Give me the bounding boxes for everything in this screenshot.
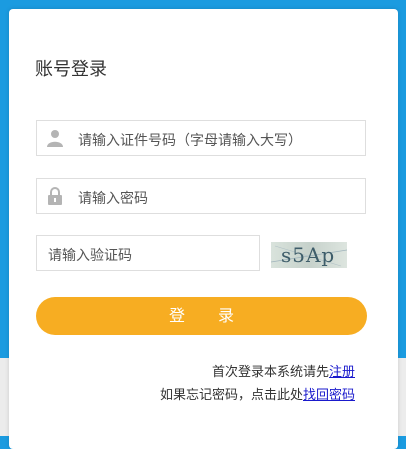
register-link[interactable]: 注册	[329, 365, 355, 380]
lock-icon	[47, 187, 63, 205]
password-placeholder: 请输入密码	[78, 191, 148, 207]
forgot-text: 如果忘记密码，点击此处	[159, 388, 303, 403]
register-line: 首次登录本系统请先注册	[212, 361, 355, 380]
captcha-input[interactable]: 请输入验证码	[36, 235, 260, 271]
login-title: 账号登录	[35, 59, 107, 80]
login-card: 账号登录 请输入证件号码（字母请输入大写） 请输入密码 请输入验证码 s5Ap	[9, 9, 398, 449]
forgot-line: 如果忘记密码，点击此处找回密码	[160, 384, 355, 403]
captcha-text: s5Ap	[281, 243, 336, 267]
id-number-placeholder: 请输入证件号码（字母请输入大写）	[78, 133, 302, 149]
captcha-image[interactable]: s5Ap	[271, 242, 347, 268]
user-icon	[47, 129, 63, 147]
password-input[interactable]: 请输入密码	[36, 178, 366, 214]
recover-password-link[interactable]: 找回密码	[303, 388, 355, 403]
id-number-input[interactable]: 请输入证件号码（字母请输入大写）	[36, 120, 366, 156]
captcha-placeholder: 请输入验证码	[48, 248, 132, 264]
first-login-text: 首次登录本系统请先	[211, 365, 329, 380]
login-button[interactable]: 登 录	[36, 297, 367, 335]
